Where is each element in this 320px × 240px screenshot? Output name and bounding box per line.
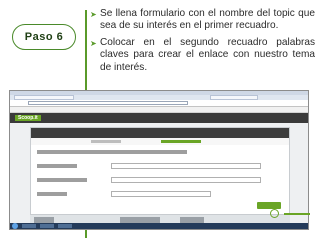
taskbar-app[interactable] — [58, 224, 72, 228]
form-field-label — [37, 164, 77, 168]
form-field-label — [37, 192, 67, 196]
app-logo[interactable]: Scoop.it — [15, 115, 41, 121]
app-header: Scoop.it — [10, 113, 308, 123]
os-taskbar — [10, 223, 308, 229]
bullet-item: ➤ Se llena formulario con el nombre del … — [90, 8, 315, 33]
arrow-bullet-icon: ➤ — [90, 10, 97, 19]
page-content — [10, 123, 308, 227]
decorative-line — [284, 213, 310, 215]
arrow-bullet-icon: ➤ — [90, 38, 97, 48]
bullet-item: ➤ Colocar en el segundo recuadro palabra… — [90, 37, 315, 74]
create-topic-button[interactable] — [257, 202, 281, 209]
bullet-text: Colocar en el segundo recuadro palabras … — [100, 36, 315, 73]
url-field[interactable] — [28, 101, 188, 105]
form-steps — [31, 138, 289, 145]
taskbar-app[interactable] — [22, 224, 36, 228]
embedded-screenshot: Scoop.it — [9, 90, 309, 230]
step-indicator-active — [161, 140, 201, 143]
keywords-input[interactable] — [111, 177, 261, 183]
form-header — [31, 128, 289, 138]
bullet-text: Se llena formulario con el nombre del to… — [100, 8, 315, 32]
bullet-list: ➤ Se llena formulario con el nombre del … — [90, 8, 315, 78]
step-label: Paso 6 — [24, 31, 64, 43]
decorative-ring — [270, 209, 279, 218]
step-indicator — [91, 140, 121, 143]
form-text-line — [37, 150, 187, 154]
language-select[interactable] — [111, 191, 211, 197]
start-button[interactable] — [12, 223, 18, 229]
topic-name-input[interactable] — [111, 163, 261, 169]
step-badge: Paso 6 — [12, 24, 76, 50]
address-bar — [10, 100, 308, 107]
form-field-label — [37, 178, 87, 182]
taskbar-app[interactable] — [40, 224, 54, 228]
create-topic-form — [30, 127, 290, 215]
